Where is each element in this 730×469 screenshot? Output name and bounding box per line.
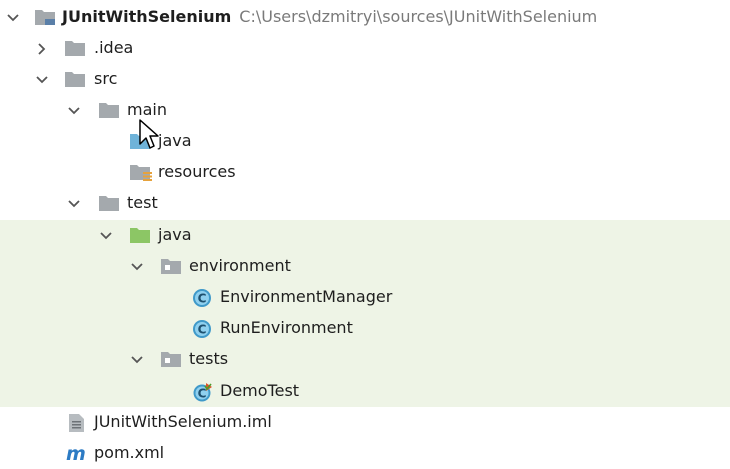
node-label: main [127,100,167,119]
node-label: pom.xml [94,443,165,462]
folder-icon [98,194,120,216]
resources-folder-icon [129,163,153,187]
iml-file-icon [66,413,88,437]
test-class-icon: C [192,382,214,406]
mouse-pointer-icon [138,118,160,156]
module-folder-icon [34,8,56,30]
chevron-down-icon[interactable] [66,103,82,119]
chevron-down-icon[interactable] [66,196,82,212]
tree-row-main-java[interactable]: java [0,126,730,157]
node-label: environment [189,256,291,275]
project-tree: JUnitWithSelenium C:\Users\dzmitryi\sourc… [0,0,730,466]
folder-icon [64,70,86,92]
svg-text:C: C [198,323,207,337]
chevron-down-icon[interactable] [129,352,145,368]
tree-row-main[interactable]: main [0,95,730,126]
folder-icon [64,39,86,61]
project-name: JUnitWithSelenium C:\Users\dzmitryi\sourc… [62,7,598,26]
svg-text:m: m [66,444,86,464]
node-label: .idea [94,38,134,57]
tree-row-tests[interactable]: tests [0,344,730,375]
package-icon [160,350,182,372]
chevron-down-icon[interactable] [34,72,50,88]
tree-row-demo-test[interactable]: C DemoTest [0,376,730,407]
node-label: src [94,69,118,88]
node-label: java [158,131,192,150]
tree-row-src[interactable]: src [0,64,730,95]
chevron-down-icon[interactable] [129,259,145,275]
project-path: C:\Users\dzmitryi\sources\JUnitWithSelen… [239,7,598,26]
svg-text:C: C [198,292,207,306]
chevron-down-icon[interactable] [5,10,21,26]
node-label: tests [189,349,229,368]
node-label: EnvironmentManager [220,287,393,306]
tree-row-environment[interactable]: environment [0,251,730,282]
node-label: java [158,225,192,244]
node-label: resources [158,162,236,181]
node-label: RunEnvironment [220,318,353,337]
node-label: JUnitWithSelenium.iml [94,412,272,431]
tree-row-idea[interactable]: .idea [0,33,730,64]
tree-row-environment-manager[interactable]: C EnvironmentManager [0,282,730,313]
node-label: test [127,193,158,212]
tree-row-project[interactable]: JUnitWithSelenium C:\Users\dzmitryi\sourc… [0,2,730,33]
tree-row-run-environment[interactable]: C RunEnvironment [0,313,730,344]
test-root-folder-icon [129,226,151,248]
class-icon: C [192,288,212,312]
maven-file-icon: m [66,443,90,468]
chevron-down-icon[interactable] [98,228,114,244]
svg-text:C: C [198,387,207,401]
tree-row-test-java[interactable]: java [0,220,730,251]
tree-row-pom-file[interactable]: m pom.xml [0,438,730,469]
chevron-right-icon[interactable] [34,41,50,57]
tree-row-iml-file[interactable]: JUnitWithSelenium.iml [0,407,730,438]
tree-row-resources[interactable]: resources [0,157,730,188]
node-label: DemoTest [220,381,300,400]
package-icon [160,257,182,279]
tree-row-test[interactable]: test [0,188,730,219]
class-icon: C [192,319,212,343]
folder-icon [98,101,120,123]
